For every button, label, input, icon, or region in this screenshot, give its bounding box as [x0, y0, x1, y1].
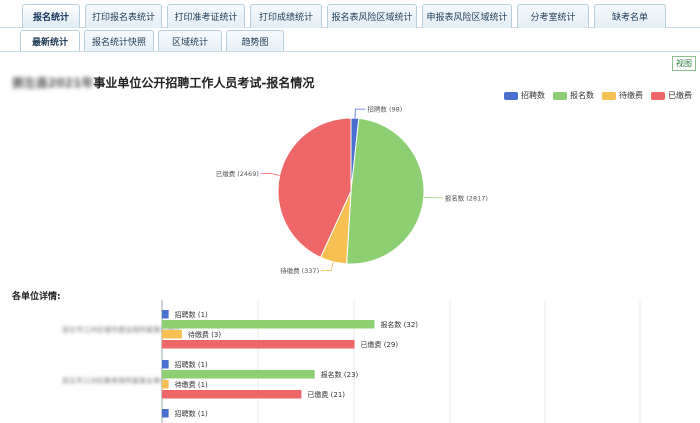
- bar-label-unit2-registered: 报名数 (23): [321, 370, 359, 379]
- bar-label-unit1-recruit: 招聘数 (1): [175, 310, 208, 319]
- bar-label-unit1-unpaid: 待缴费 (3): [188, 330, 221, 339]
- bar-label-unit2-unpaid: 待缴费 (1): [175, 380, 208, 389]
- bar-unit1-registered[interactable]: [162, 320, 375, 329]
- bar-label-unit2-paid: 已缴费 (21): [307, 390, 345, 399]
- bar-label-unit1-paid: 已缴费 (29): [361, 340, 399, 349]
- bar-unit3-recruit[interactable]: [162, 409, 169, 418]
- bar-label-unit1-registered: 报名数 (32): [380, 320, 418, 329]
- bar-label-unit3-recruit: 招聘数 (1): [175, 409, 208, 418]
- bar-unit2-recruit[interactable]: [162, 360, 169, 369]
- bar-chart-gridlines: [161, 300, 641, 423]
- unit-bar-chart: 招聘数 (1) 报名数 (32) 待缴费 (3) 已缴费 (29) 招聘数 (1) 报名数…: [161, 300, 641, 423]
- bar-unit1-paid[interactable]: [162, 340, 355, 349]
- bar-unit1-unpaid[interactable]: [162, 330, 182, 339]
- bar-unit2-paid[interactable]: [162, 390, 302, 399]
- bar-unit2-unpaid[interactable]: [162, 380, 169, 389]
- bar-unit2-registered[interactable]: [162, 370, 315, 379]
- bar-unit1-recruit[interactable]: [162, 310, 169, 319]
- bar-label-unit2-recruit: 招聘数 (1): [175, 360, 208, 369]
